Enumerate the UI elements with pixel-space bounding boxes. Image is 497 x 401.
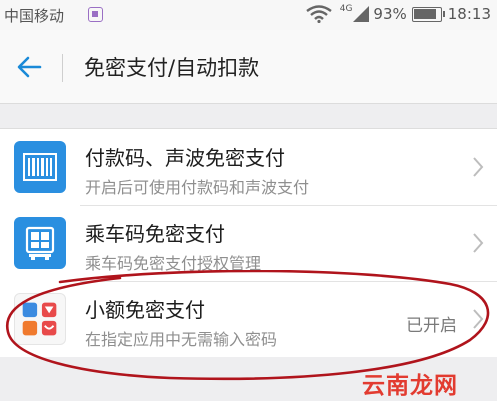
item-title: 付款码、声波免密支付 (85, 146, 285, 170)
wifi-icon (305, 5, 332, 23)
item-subtitle: 乘车码免密支付授权管理 (85, 254, 262, 273)
item-subtitle: 在指定应用中无需输入密码 (85, 330, 278, 349)
status-label: 已开启 (406, 316, 457, 336)
network-type: 4G (339, 4, 353, 14)
barcode-icon (14, 141, 66, 193)
chevron-right-icon (473, 233, 484, 253)
list-item-payment-code[interactable]: 付款码、声波免密支付 开启后可使用付款码和声波支付 (0, 129, 497, 205)
apps-grid-icon (14, 293, 66, 345)
notification-icon (88, 7, 103, 22)
watermark: 云南龙网 (362, 373, 458, 399)
battery-percent: 93% (373, 5, 407, 23)
clock: 18:13 (447, 5, 491, 23)
item-subtitle: 开启后可使用付款码和声波支付 (85, 178, 310, 197)
item-title: 小额免密支付 (85, 298, 205, 322)
page-title: 免密支付/自动扣款 (84, 56, 260, 80)
title-divider (62, 54, 63, 82)
back-arrow-icon (17, 56, 42, 78)
chevron-right-icon (473, 309, 484, 329)
chevron-right-icon (473, 157, 484, 177)
item-title: 乘车码免密支付 (85, 222, 225, 246)
battery-icon (411, 6, 445, 22)
signal-icon (353, 6, 370, 22)
list-item-bus-code[interactable]: 乘车码免密支付 乘车码免密支付授权管理 (0, 205, 497, 281)
carrier-label: 中国移动 (4, 7, 65, 25)
list-item-small-amount[interactable]: 小额免密支付 在指定应用中无需输入密码 已开启 (0, 281, 497, 357)
bus-card-icon (14, 217, 66, 269)
settings-list: 付款码、声波免密支付 开启后可使用付款码和声波支付 乘车码免密支付 乘车码免密支… (0, 128, 497, 358)
title-bar: 免密支付/自动扣款 (0, 30, 497, 104)
status-bar: 中国移动 4G 93% 18:13 (0, 0, 497, 30)
back-button[interactable] (14, 52, 46, 82)
